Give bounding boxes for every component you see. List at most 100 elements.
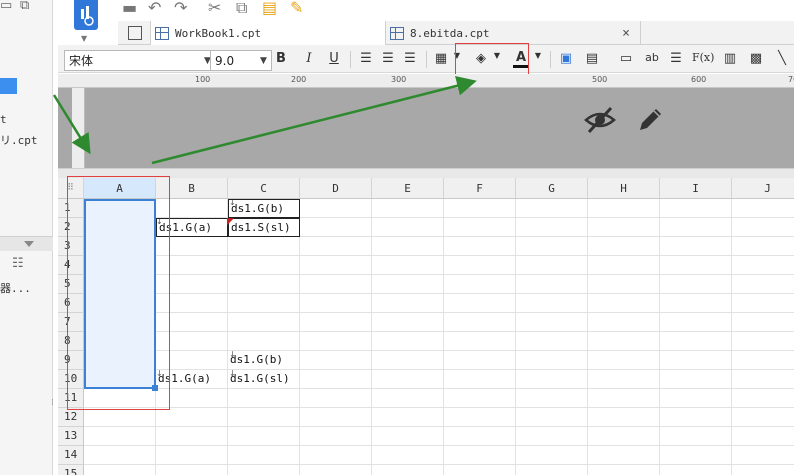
grid-cell[interactable] (300, 218, 372, 237)
grid-cell[interactable] (300, 313, 372, 332)
border-icon[interactable]: ▦ (433, 51, 449, 66)
grid-cell[interactable] (660, 389, 732, 408)
grid-cell[interactable] (660, 332, 732, 351)
grid-cell[interactable] (300, 294, 372, 313)
grid-cell[interactable] (300, 199, 372, 218)
grid-cell[interactable] (444, 427, 516, 446)
grid-cell[interactable] (228, 275, 300, 294)
font-size-select[interactable]: 9.0 ▼ (210, 50, 272, 71)
grid-cell[interactable] (516, 237, 588, 256)
grid-cell[interactable] (444, 389, 516, 408)
grid-cell[interactable] (660, 199, 732, 218)
chevron-down-icon[interactable]: ▼ (256, 56, 271, 66)
grid-cell[interactable] (660, 427, 732, 446)
grid-cell[interactable] (84, 427, 156, 446)
column-header-j[interactable]: J (732, 178, 794, 199)
column-header-h[interactable]: H (588, 178, 660, 199)
save-icon[interactable]: ▬ (122, 0, 137, 17)
grid-cell[interactable] (732, 313, 794, 332)
grid-cell[interactable] (588, 313, 660, 332)
grid-cell[interactable] (516, 389, 588, 408)
grid-cell[interactable] (588, 408, 660, 427)
grid-cell[interactable] (372, 408, 444, 427)
grid-cell[interactable] (300, 275, 372, 294)
grid-cell[interactable] (516, 332, 588, 351)
grid-cell[interactable] (228, 294, 300, 313)
grid-cell[interactable] (516, 370, 588, 389)
chart-icon[interactable]: ▥ (722, 51, 738, 66)
grid-cell[interactable] (372, 313, 444, 332)
grid-cell[interactable] (444, 408, 516, 427)
grid-cell[interactable] (228, 427, 300, 446)
grid-cell[interactable] (444, 313, 516, 332)
grid-cell[interactable] (300, 408, 372, 427)
report-header-area[interactable] (58, 88, 794, 168)
grid-cell[interactable] (732, 427, 794, 446)
redo-icon[interactable]: ↷ (174, 0, 187, 17)
grid-cell[interactable] (372, 332, 444, 351)
grid-cell[interactable] (228, 446, 300, 465)
grid-cell[interactable] (660, 408, 732, 427)
align-right-icon[interactable]: ☰ (402, 51, 418, 66)
column-header-g[interactable]: G (516, 178, 588, 199)
grid-cell[interactable] (228, 256, 300, 275)
grid-cell[interactable] (300, 237, 372, 256)
grid-cell[interactable] (372, 237, 444, 256)
paragraph-icon[interactable]: ☰ (668, 51, 684, 66)
grid-cell[interactable] (516, 313, 588, 332)
grid-cell[interactable] (372, 218, 444, 237)
grid-cell[interactable] (516, 275, 588, 294)
grid-cell[interactable] (660, 256, 732, 275)
format-painter-icon[interactable]: ✎ (290, 0, 303, 17)
template-item-label[interactable]: t (0, 113, 7, 126)
grid-cell[interactable] (372, 446, 444, 465)
grid-cell[interactable] (84, 465, 156, 475)
grid-cell[interactable] (732, 408, 794, 427)
grid-cell[interactable] (228, 313, 300, 332)
column-header-f[interactable]: F (444, 178, 516, 199)
grid-cell[interactable] (156, 465, 228, 475)
grid-cell[interactable] (732, 332, 794, 351)
grid-cell[interactable] (660, 237, 732, 256)
grid-cell[interactable] (516, 218, 588, 237)
column-header-i[interactable]: I (660, 178, 732, 199)
grid-cell[interactable] (588, 389, 660, 408)
grid-cell[interactable] (516, 294, 588, 313)
grid-cell[interactable] (588, 370, 660, 389)
dataset-icon[interactable]: ☷ (12, 256, 24, 271)
grid-cell[interactable] (516, 465, 588, 475)
grid-cell[interactable] (588, 199, 660, 218)
undo-icon[interactable]: ↶ (148, 0, 161, 17)
grid-cell[interactable] (444, 294, 516, 313)
grid-cell[interactable] (372, 427, 444, 446)
grid-cell[interactable] (444, 256, 516, 275)
grid-cell[interactable] (588, 446, 660, 465)
grid-cell[interactable] (732, 218, 794, 237)
grid-cell[interactable] (300, 332, 372, 351)
tab-workbook1[interactable]: WorkBook1.cpt (150, 21, 386, 45)
edit-pencil-icon[interactable] (634, 104, 666, 136)
grid-cell[interactable] (660, 275, 732, 294)
data-source-item-label[interactable]: 器... (0, 280, 31, 296)
row-header-14[interactable]: 14 (58, 446, 84, 465)
grid-cell[interactable] (372, 389, 444, 408)
align-center-icon[interactable]: ☰ (380, 51, 396, 66)
grid-cell[interactable] (372, 294, 444, 313)
chevron-down-icon[interactable]: ▼ (530, 51, 546, 60)
grid-cell[interactable] (372, 275, 444, 294)
grid-cell[interactable] (228, 408, 300, 427)
row-header-15[interactable]: 15 (58, 465, 84, 475)
grid-cell[interactable] (444, 370, 516, 389)
bold-button[interactable]: B (273, 51, 289, 66)
text-button[interactable]: ab (642, 51, 662, 64)
grid-cell[interactable] (228, 237, 300, 256)
grid-cell[interactable] (300, 427, 372, 446)
grid-cell[interactable] (660, 218, 732, 237)
cut-icon[interactable]: ✂ (208, 0, 221, 17)
grid-cell[interactable] (516, 351, 588, 370)
template-item-label[interactable]: リ.cpt (0, 132, 38, 148)
grid-cell[interactable] (444, 332, 516, 351)
cell-c10[interactable]: ds1.G(sl) (228, 370, 300, 389)
grid-cell[interactable] (516, 427, 588, 446)
grid-cell[interactable] (84, 446, 156, 465)
